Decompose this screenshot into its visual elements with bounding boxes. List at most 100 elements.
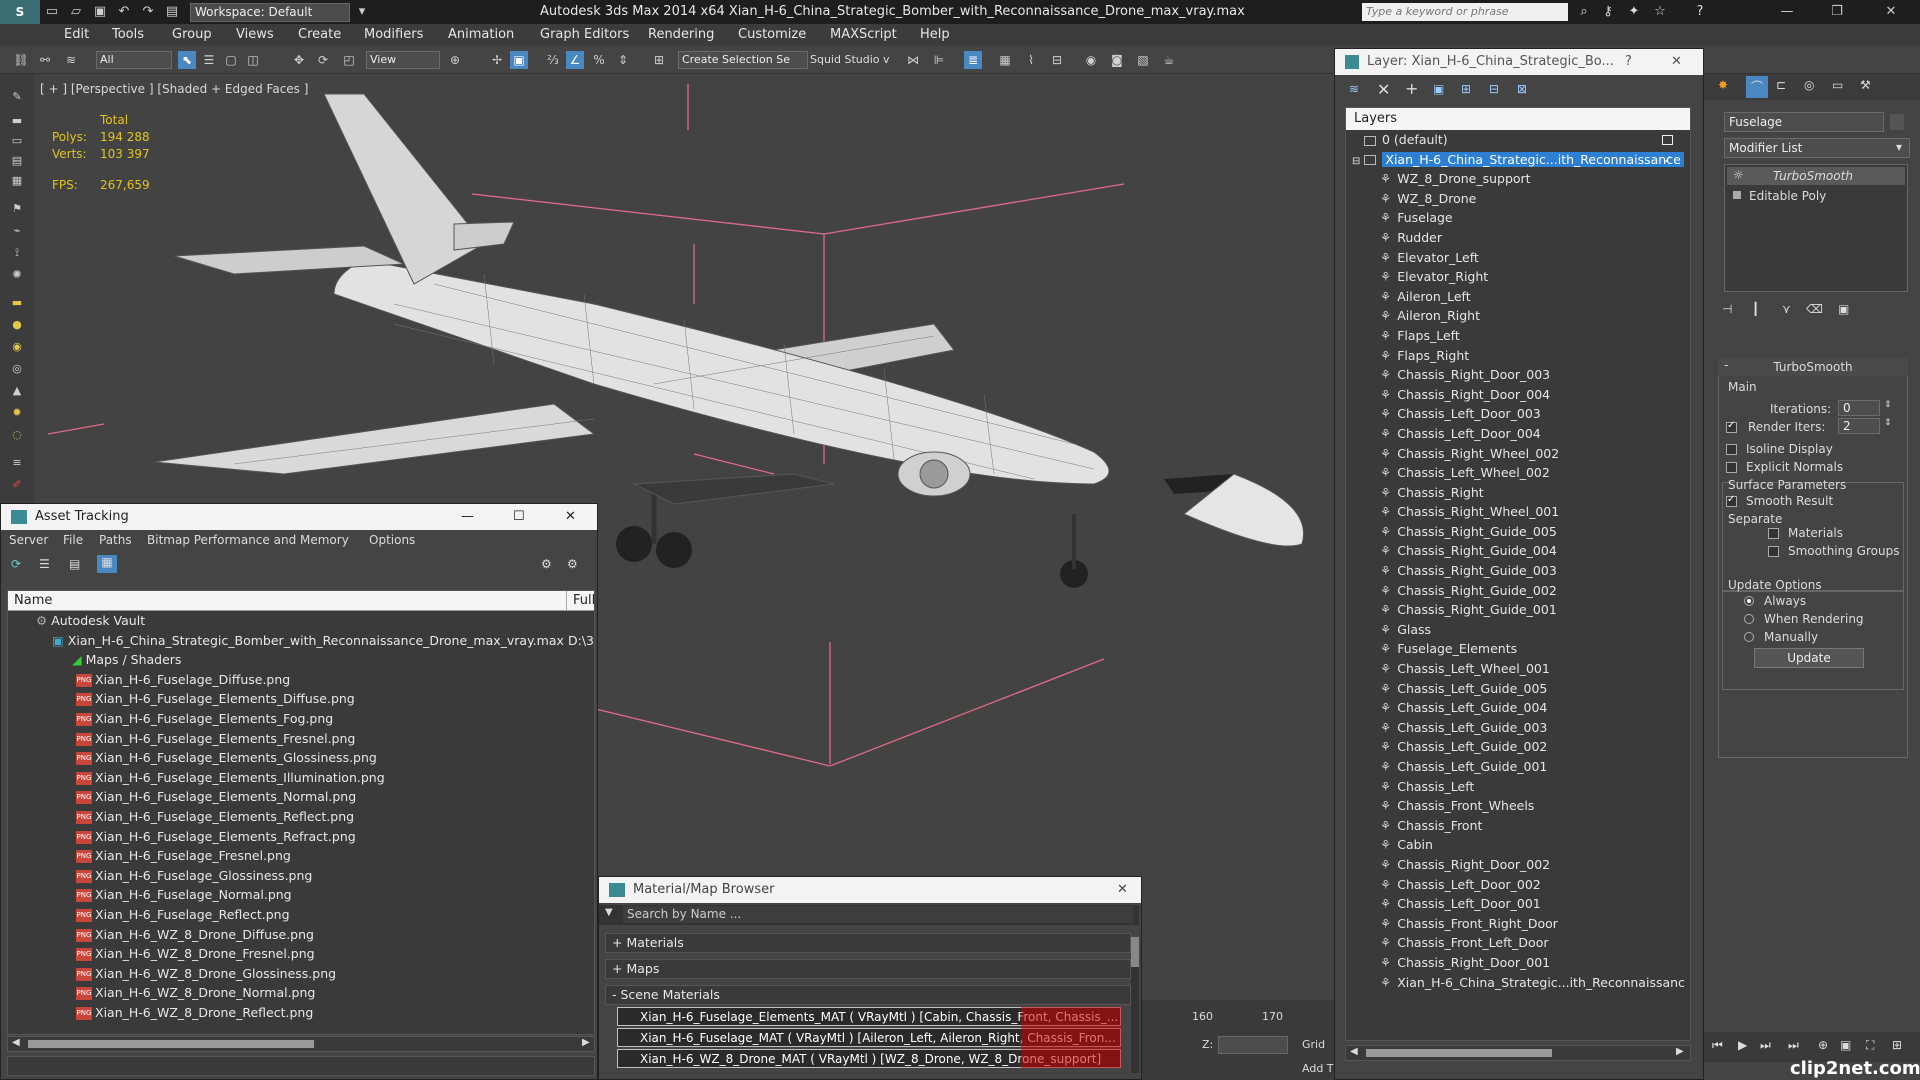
asset-file-row[interactable]: PNG Xian_H-6_Fuselage_Elements_Fog.png <box>8 709 594 729</box>
asset-file-row[interactable]: PNG Xian_H-6_Fuselage_Elements_Fresnel.pn… <box>8 729 594 749</box>
pivot-center-icon[interactable]: ⊕ <box>446 51 464 69</box>
layer-object-row[interactable]: ⚘ Chassis_Left_Guide_003 <box>1346 718 1690 738</box>
layer-checkbox[interactable] <box>1662 135 1673 145</box>
menu-views[interactable]: Views <box>236 27 274 42</box>
menu-rendering[interactable]: Rendering <box>648 27 714 42</box>
menu-help[interactable]: Help <box>920 27 950 42</box>
save-icon[interactable]: ▣ <box>90 3 110 21</box>
redo-icon[interactable]: ↷ <box>138 3 158 21</box>
key-icon[interactable]: ⚷ <box>1598 3 1618 21</box>
spinner-snap-icon[interactable]: ⇕ <box>614 51 632 69</box>
angle-snap-icon[interactable]: ∠ <box>566 51 584 69</box>
menu-tools[interactable]: Tools <box>112 27 144 42</box>
add-time-tag-label[interactable]: Add T <box>1302 1062 1334 1075</box>
table-view-icon[interactable]: ▤ <box>69 557 80 571</box>
modifier-list-dropdown[interactable]: Modifier List <box>1724 138 1910 158</box>
select-by-name-icon[interactable]: ☰ <box>200 51 218 69</box>
asset-file-row[interactable]: PNG Xian_H-6_Fuselage_Glossiness.png <box>8 866 594 886</box>
rotate-icon[interactable]: ⟳ <box>314 51 332 69</box>
percent-snap-icon[interactable]: % <box>590 51 608 69</box>
minimize-icon[interactable]: — <box>461 504 474 530</box>
utilities-tab-icon[interactable]: ⚒ <box>1860 78 1871 92</box>
menu-edit[interactable]: Edit <box>64 27 89 42</box>
freeform-icon[interactable]: ⌁ <box>8 224 26 240</box>
section-maps[interactable]: + Maps <box>605 959 1131 979</box>
schematic-view-icon[interactable]: ⊟ <box>1048 51 1066 69</box>
menu-modifiers[interactable]: Modifiers <box>364 27 423 42</box>
geosphere-icon[interactable]: ✹ <box>8 406 26 422</box>
layer-object-row[interactable]: ⚘ Chassis_Left_Guide_005 <box>1346 679 1690 699</box>
layer-horizontal-scrollbar[interactable]: ◀ ▶ <box>1345 1045 1691 1061</box>
menu-graph-editors[interactable]: Graph Editors <box>540 27 629 42</box>
modify-tab-icon[interactable]: ⌒ <box>1746 76 1768 98</box>
column-full[interactable]: Full <box>566 591 594 611</box>
layer-object-row[interactable]: ⚘ Flaps_Left <box>1346 326 1690 346</box>
iterations-spinner[interactable]: 0 <box>1838 400 1880 416</box>
scroll-right-icon[interactable]: ▶ <box>1676 1046 1684 1057</box>
scroll-right-icon[interactable]: ▶ <box>582 1037 590 1048</box>
goto-start-icon[interactable]: ⏮ <box>1712 1038 1723 1053</box>
box-icon[interactable]: ▬ <box>8 296 26 312</box>
chevron-down-icon[interactable]: ▾ <box>1896 140 1902 154</box>
menu-options[interactable]: Options <box>369 533 415 547</box>
select-manipulate-icon[interactable]: ✢ <box>488 51 506 69</box>
asset-file-row[interactable]: PNG Xian_H-6_WZ_8_Drone_Normal.png <box>8 983 594 1003</box>
menu-file[interactable]: File <box>63 533 83 547</box>
layer-window-titlebar[interactable]: Layer: Xian_H-6_China_Strategic_Bo... ? … <box>1335 49 1703 75</box>
layer-object-row[interactable]: ⚘ Chassis_Left_Door_003 <box>1346 404 1690 424</box>
binoculars-icon[interactable]: ⌕ <box>1574 3 1594 21</box>
layer-object-row[interactable]: ⚘ Chassis_Left_Guide_002 <box>1346 737 1690 757</box>
rollout-title[interactable]: TurboSmooth <box>1718 358 1908 376</box>
close-icon[interactable]: ✕ <box>1876 2 1906 22</box>
reference-coordinate-dropdown[interactable]: View <box>366 51 440 69</box>
layer-object-row[interactable]: ⚘ Fuselage_Elements <box>1346 639 1690 659</box>
vault-login-icon[interactable]: ⚙ <box>541 557 552 571</box>
select-objects-icon[interactable]: ⊞ <box>1461 82 1471 96</box>
graphite-toolbar-icon[interactable]: ▦ <box>996 51 1014 69</box>
z-coordinate-field[interactable] <box>1218 1036 1288 1054</box>
column-name[interactable]: Name <box>14 591 52 611</box>
layer-object-row[interactable]: ⚘ Chassis_Front_Wheels <box>1346 796 1690 816</box>
material-browser-titlebar[interactable]: Material/Map Browser ✕ <box>599 877 1141 903</box>
layer-object-row[interactable]: ⚘ Chassis_Left_Wheel_002 <box>1346 463 1690 483</box>
asset-file-row[interactable]: PNG Xian_H-6_Fuselage_Fresnel.png <box>8 846 594 866</box>
asset-file-row[interactable]: PNG Xian_H-6_Fuselage_Normal.png <box>8 885 594 905</box>
new-file-icon[interactable]: ▭ <box>42 3 62 21</box>
layer-object-row[interactable]: ⚘ Xian_H-6_China_Strategic...ith_Reconnai… <box>1346 973 1690 993</box>
layer-object-row[interactable]: ⚘ Chassis_Front <box>1346 816 1690 836</box>
spinner-arrows-icon[interactable]: ⇕ <box>1884 400 1892 410</box>
explicit-normals-checkbox[interactable] <box>1726 462 1737 473</box>
goto-end-icon[interactable]: ⏭ <box>1788 1038 1799 1053</box>
scrollbar-thumb[interactable] <box>28 1040 314 1048</box>
scroll-left-icon[interactable]: ◀ <box>1350 1046 1358 1057</box>
asset-file-row[interactable]: PNG Xian_H-6_Fuselage_Elements_Diffuse.pn… <box>8 689 594 709</box>
smoothing-groups-checkbox[interactable] <box>1768 546 1779 557</box>
collapse-icon[interactable]: - <box>1724 358 1728 372</box>
layer-object-row[interactable]: ⚘ Cabin <box>1346 835 1690 855</box>
app-logo-icon[interactable]: S <box>0 0 40 24</box>
maximize-viewport-icon[interactable]: ⊞ <box>1892 1038 1902 1052</box>
zoom-extents-icon[interactable]: ⛶ <box>1866 1038 1874 1053</box>
restore-icon[interactable]: ❐ <box>1822 2 1852 22</box>
chevron-down-icon[interactable]: ▼ <box>605 907 613 918</box>
next-frame-icon[interactable]: ⏭ <box>1760 1038 1771 1053</box>
render-production-icon[interactable]: ☕ <box>1160 51 1178 69</box>
layers-icon[interactable]: ≋ <box>1349 82 1359 96</box>
add-layer-icon[interactable]: + <box>1405 79 1418 98</box>
layer-object-row[interactable]: ⚘ Chassis_Left_Door_001 <box>1346 894 1690 914</box>
menu-animation[interactable]: Animation <box>448 27 514 42</box>
update-button[interactable]: Update <box>1754 648 1864 668</box>
menu-bitmap-performance[interactable]: Bitmap Performance and Memory <box>147 533 349 547</box>
asset-file-row[interactable]: PNG Xian_H-6_WZ_8_Drone_Glossiness.png <box>8 964 594 984</box>
squid-studio-label[interactable]: Squid Studio v <box>810 51 900 69</box>
show-end-result-icon[interactable]: ┃ <box>1752 302 1759 316</box>
manually-radio[interactable] <box>1744 632 1754 642</box>
zoom-all-icon[interactable]: ▣ <box>1840 1038 1851 1052</box>
asset-file-row[interactable]: PNG Xian_H-6_Fuselage_Diffuse.png <box>8 670 594 690</box>
cone-icon[interactable]: ▲ <box>8 384 26 400</box>
stack-item-editable-poly[interactable]: Editable Poly <box>1727 187 1826 205</box>
material-editor-icon[interactable]: ◉ <box>1082 51 1100 69</box>
selection-icon[interactable]: ⟟ <box>8 246 26 262</box>
layer-object-row[interactable]: ⚘ Elevator_Right <box>1346 267 1690 287</box>
layer-object-row[interactable]: ⚘ Chassis_Right <box>1346 483 1690 503</box>
